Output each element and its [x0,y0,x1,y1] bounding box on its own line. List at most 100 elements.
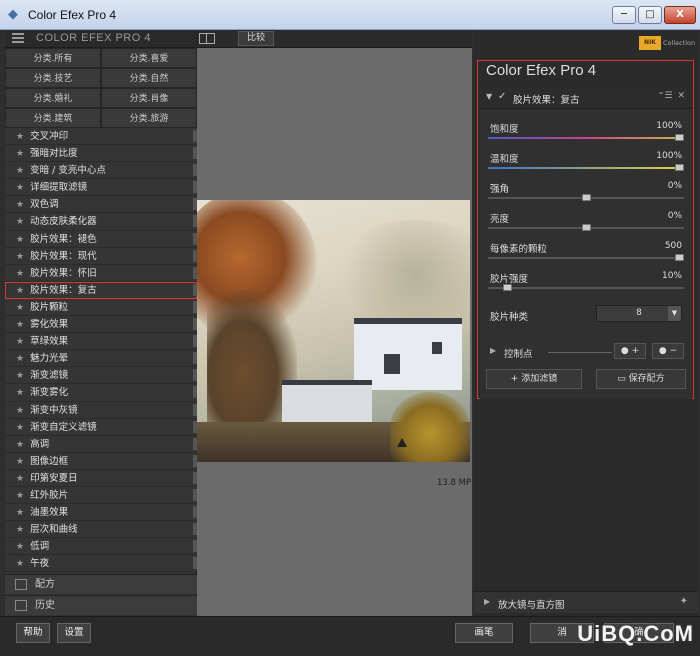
split-view-icon[interactable] [199,33,215,44]
filter-list-item[interactable]: ★ 午夜 [5,555,197,572]
star-icon[interactable]: ★ [16,508,24,518]
star-icon[interactable]: ★ [16,252,24,262]
slider-thumb[interactable] [675,134,684,141]
filter-list-item[interactable]: ★ 胶片效果：现代 [5,247,197,265]
filter-list-item[interactable]: ★ 魅力光晕 [5,350,197,368]
filter-list-item[interactable]: ★ 雾化效果 [5,316,197,334]
brush-button[interactable]: 画笔 [455,623,513,643]
chevron-right-icon[interactable]: ▶ [490,346,496,355]
filter-list-item[interactable]: ★ 胶片效果：怀旧 [5,264,197,282]
filter-list-item[interactable]: ★ 详细提取滤镜 [5,179,197,197]
recipes-row[interactable]: 配方 [5,574,197,594]
filter-list-item[interactable]: ★ 胶片效果：复古 [5,281,197,299]
filter-list-item[interactable]: ★ 草绿效果 [5,333,197,351]
remove-control-point-button[interactable]: ● − [652,343,684,359]
save-recipe-button[interactable]: ▭ 保存配方 [596,369,686,389]
category-button[interactable]: 分类.技艺 [5,68,101,88]
filter-list-item[interactable]: ★ 动态皮肤柔化器 [5,213,197,231]
category-button[interactable]: 分类.婚礼 [5,88,101,108]
category-button[interactable]: 分类.喜爱 [101,48,197,68]
filter-list-item[interactable]: ★ 胶片效果：褪色 [5,230,197,248]
filter-list-item[interactable]: ★ 变暗 / 变亮中心点 [5,162,197,180]
close-button[interactable]: X [664,6,696,24]
loupe-histogram-row[interactable]: ▶ 放大镜与直方图 ✦ [474,591,698,613]
film-type-select[interactable]: 8 ▼ [596,305,682,322]
filter-list-item[interactable]: ★ 强暗对比度 [5,145,197,163]
star-icon[interactable]: ★ [16,166,24,176]
star-icon[interactable]: ★ [16,235,24,245]
slider-thumb[interactable] [675,164,684,171]
slider-thumb[interactable] [503,284,513,291]
filter-tools-icon[interactable]: ⁼☰ ✕ [659,91,686,101]
star-icon[interactable]: ★ [16,303,24,313]
history-row[interactable]: 历史 [5,595,197,615]
filter-list-item[interactable]: ★ 图像边框 [5,452,197,470]
filter-list-item[interactable]: ★ 渐变自定义滤镜 [5,418,197,436]
star-icon[interactable]: ★ [16,388,24,398]
recipes-label: 配方 [35,579,55,590]
filter-list-item[interactable]: ★ 渐变雾化 [5,384,197,402]
category-button[interactable]: 分类.所有 [5,48,101,68]
filter-list-item[interactable]: ★ 交叉冲印 [5,128,197,146]
star-icon[interactable]: ★ [16,132,24,142]
star-icon[interactable]: ★ [16,200,24,210]
category-button[interactable]: 分类.旅游 [101,108,197,128]
star-icon[interactable]: ★ [16,286,24,296]
star-icon[interactable]: ★ [16,559,24,569]
filter-list-item[interactable]: ★ 油墨效果 [5,504,197,522]
filter-label: 印第安夏日 [30,472,78,484]
star-icon[interactable]: ★ [16,183,24,193]
settings-button[interactable]: 设置 [57,623,91,643]
filter-list-item[interactable]: ★ 胶片颗粒 [5,298,197,317]
maximize-button[interactable]: □ [638,6,662,24]
menu-icon[interactable] [12,33,24,43]
star-icon[interactable]: ★ [16,354,24,364]
category-button[interactable]: 分类.自然 [101,68,197,88]
minimize-button[interactable]: ─ [612,6,636,24]
category-button[interactable]: 分类.建筑 [5,108,101,128]
checkbox-icon[interactable]: ✓ [498,91,506,102]
star-icon[interactable]: ★ [16,525,24,535]
star-icon[interactable]: ★ [16,423,24,433]
star-icon[interactable]: ★ [16,542,24,552]
star-icon[interactable]: ★ [16,269,24,279]
category-button[interactable]: 分类.肖像 [101,88,197,108]
filter-list-item[interactable]: ★ 渐变滤镜 [5,367,197,385]
add-filter-button[interactable]: + 添加滤镜 [486,369,582,389]
slider-thumb[interactable] [675,254,684,261]
chevron-down-icon[interactable]: ▼ [486,92,492,101]
preview-image[interactable] [197,200,470,462]
filter-list-item[interactable]: ★ 红外胶片 [5,486,197,505]
slider-track[interactable] [488,287,684,289]
star-icon[interactable]: ★ [16,440,24,450]
star-icon[interactable]: ★ [16,320,24,330]
add-control-point-button[interactable]: ● + [614,343,646,359]
star-icon[interactable]: ★ [16,371,24,381]
star-icon[interactable]: ★ [16,474,24,484]
star-icon[interactable]: ★ [16,491,24,501]
star-icon[interactable]: ★ [16,337,24,347]
filter-list-item[interactable]: ★ 双色调 [5,196,197,214]
slider-thumb[interactable] [581,224,591,231]
filter-list-item[interactable]: ★ 低调 [5,538,197,556]
chevron-right-icon: ▶ [484,597,491,606]
slider-track[interactable] [488,257,684,259]
filter-list-item[interactable]: ★ 印第安夏日 [5,469,197,487]
filter-list-item[interactable]: ★ 层次和曲线 [5,521,197,539]
help-button[interactable]: 帮助 [16,623,50,643]
control-points-row: ▶ 控制点 ● + ● − [488,343,684,361]
star-icon[interactable]: ★ [16,149,24,159]
slider-track[interactable] [488,137,684,139]
star-icon[interactable]: ★ [16,406,24,416]
chevron-down-icon: ▼ [668,306,681,321]
pin-icon[interactable]: ✦ [680,596,688,607]
slider-thumb[interactable] [581,194,591,201]
slider-label: 每像素的颗粒 [490,244,548,255]
filter-list-item[interactable]: ★ 高调 [5,435,197,453]
compare-button[interactable]: 比较 [238,31,274,46]
slider-value: 0% [667,211,682,221]
slider-track[interactable] [488,167,684,169]
filter-list-item[interactable]: ★ 渐变中灰镜 [5,401,197,419]
star-icon[interactable]: ★ [16,457,24,467]
star-icon[interactable]: ★ [16,217,24,227]
